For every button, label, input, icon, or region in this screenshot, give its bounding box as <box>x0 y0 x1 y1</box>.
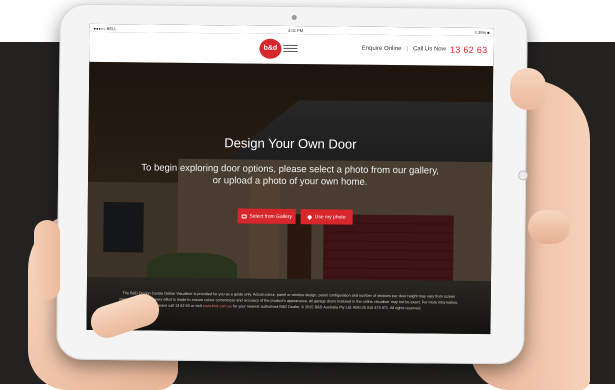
page-subtitle: To begin exploring door options, please … <box>141 162 440 188</box>
header-contact: Enquire Online | Call Us Now 13 62 63 <box>362 44 488 55</box>
enquire-online-link[interactable]: Enquire Online <box>362 46 402 52</box>
tablet-screen: ●●●○○ BELL 4:01 PM 1 35% ■ b&d Enquire O… <box>86 23 494 335</box>
right-finger <box>528 210 570 244</box>
home-button[interactable] <box>518 170 529 181</box>
logo-badge: b&d <box>259 38 282 59</box>
select-from-gallery-label: Select from Gallery <box>249 213 292 220</box>
website-link[interactable]: www.bnd.com.au <box>203 304 232 308</box>
carrier-label: ●●●○○ BELL <box>93 25 117 31</box>
disclaimer-part-2: for your nearest authorised B&D Dealer. … <box>232 304 422 311</box>
call-us-label: Call Us Now <box>412 46 447 53</box>
header-separator: | <box>406 46 408 53</box>
right-thumb <box>510 68 546 110</box>
battery-label: 1 35% ■ <box>474 29 490 35</box>
location-pin-icon <box>306 213 313 220</box>
clock-label: 4:01 PM <box>288 27 304 33</box>
disclaimer-text: The B&D Design Centre Online Visualiser … <box>117 290 461 312</box>
gallery-icon <box>241 213 247 219</box>
camera-icon <box>291 14 297 21</box>
hero-section: Design Your Own Door To begin exploring … <box>86 61 494 335</box>
logo-tagline-graphic <box>283 44 298 53</box>
phone-number-link[interactable]: 13 62 63 <box>450 45 488 55</box>
bnd-logo[interactable]: b&d <box>259 38 298 60</box>
use-my-photo-button[interactable]: Use my photo <box>300 209 353 225</box>
select-from-gallery-button[interactable]: Select from Gallery <box>237 208 296 225</box>
use-my-photo-label: Use my photo <box>314 213 346 221</box>
left-finger <box>34 220 60 300</box>
